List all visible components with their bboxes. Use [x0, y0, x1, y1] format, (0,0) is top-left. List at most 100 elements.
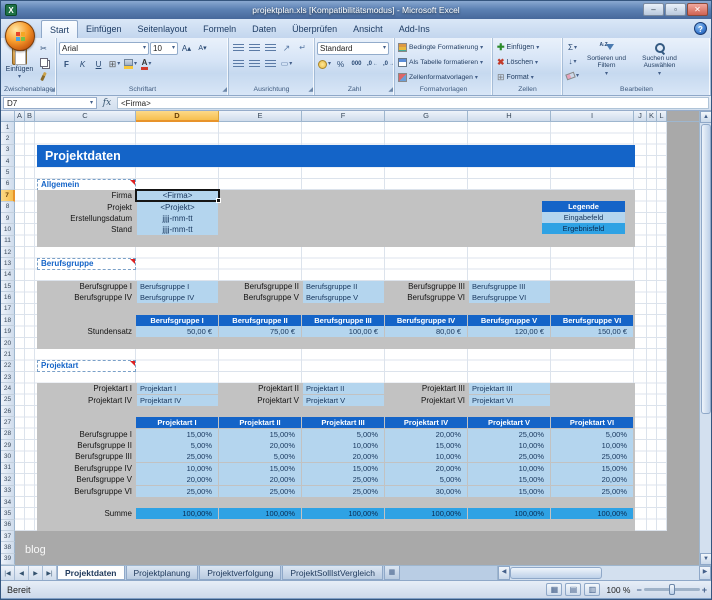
find-select-button[interactable]: Suchen und Auswählen▾ [633, 40, 686, 84]
row-header-28[interactable]: 28 [1, 429, 15, 440]
zoom-in-icon[interactable]: + [702, 585, 707, 595]
rate-header-1[interactable]: Berufsgruppe II [219, 315, 301, 326]
merge-center-button[interactable]: ▭▾ [279, 58, 294, 71]
sum-value-3[interactable]: 100,00% [385, 508, 467, 519]
italic-button[interactable]: K [75, 58, 90, 71]
matrix-value-5-1[interactable]: 25,00% [219, 486, 301, 497]
font-size-select[interactable]: 10▾ [150, 42, 178, 55]
berufsgruppe-name-cell-3[interactable]: Berufsgruppe IV [137, 292, 218, 303]
berufsgruppe-name-cell-2[interactable]: Berufsgruppe III [469, 281, 550, 292]
ribbon-tab-add-ins[interactable]: Add-Ins [391, 20, 438, 38]
orientation-button[interactable]: ↗ [279, 42, 294, 55]
matrix-value-5-5[interactable]: 25,00% [551, 486, 633, 497]
matrix-value-3-5[interactable]: 15,00% [551, 463, 633, 474]
ribbon-tab-formeln[interactable]: Formeln [195, 20, 244, 38]
rate-header-4[interactable]: Berufsgruppe V [468, 315, 550, 326]
matrix-header-5[interactable]: Projektart VI [551, 417, 633, 428]
row-header-25[interactable]: 25 [1, 395, 15, 406]
insert-function-button[interactable]: fx [97, 98, 117, 108]
row-header-1[interactable]: 1 [1, 122, 15, 133]
row-header-10[interactable]: 10 [1, 224, 15, 235]
matrix-value-4-5[interactable]: 20,00% [551, 474, 633, 485]
general-field-value-2[interactable]: jjjj-mm-tt [137, 213, 218, 224]
row-header-39[interactable]: 39 [1, 554, 15, 565]
column-header-B[interactable]: B [25, 111, 35, 122]
row-header-23[interactable]: 23 [1, 372, 15, 383]
matrix-value-0-1[interactable]: 15,00% [219, 429, 301, 440]
number-format-select[interactable]: Standard▾ [317, 42, 389, 55]
sum-value-0[interactable]: 100,00% [136, 508, 218, 519]
projektart-name-cell-1[interactable]: Projektart II [303, 383, 384, 394]
row-header-3[interactable]: 3 [1, 145, 15, 156]
matrix-value-4-2[interactable]: 25,00% [302, 474, 384, 485]
row-header-7[interactable]: 7 [1, 190, 15, 201]
insert-worksheet-tab[interactable]: ▦ [384, 566, 400, 580]
rate-header-5[interactable]: Berufsgruppe VI [551, 315, 633, 326]
column-header-D[interactable]: D [136, 111, 219, 122]
percent-format-button[interactable]: % [333, 58, 348, 71]
page-layout-view-button[interactable]: ▤ [565, 583, 581, 596]
clipboard-dialog-launcher[interactable]: ◢ [50, 86, 55, 94]
sum-value-2[interactable]: 100,00% [302, 508, 384, 519]
row-header-17[interactable]: 17 [1, 304, 15, 315]
projektart-name-cell-4[interactable]: Projektart V [303, 395, 384, 406]
zoom-thumb[interactable] [669, 584, 675, 595]
matrix-value-3-3[interactable]: 20,00% [385, 463, 467, 474]
format-painter-button[interactable] [36, 70, 51, 83]
matrix-value-1-4[interactable]: 10,00% [468, 440, 550, 451]
vertical-scroll-thumb[interactable] [701, 124, 711, 414]
projektart-name-cell-0[interactable]: Projektart I [137, 383, 218, 394]
fill-button[interactable]: ↓▾ [565, 55, 580, 68]
column-header-L[interactable]: L [657, 111, 667, 122]
align-top-button[interactable] [231, 42, 246, 55]
row-header-33[interactable]: 33 [1, 486, 15, 497]
row-header-38[interactable]: 38 [1, 542, 15, 553]
row-header-13[interactable]: 13 [1, 258, 15, 269]
sort-filter-button[interactable]: Sortieren und Filtern▾ [580, 40, 633, 84]
matrix-value-0-3[interactable]: 20,00% [385, 429, 467, 440]
column-header-F[interactable]: F [302, 111, 385, 122]
font-color-button[interactable]: A▾ [139, 58, 154, 71]
matrix-value-5-2[interactable]: 25,00% [302, 486, 384, 497]
cell-styles-button[interactable]: Zellenformatvorlagen▾ [397, 70, 490, 85]
increase-decimal-button[interactable]: ,0 [365, 58, 380, 71]
scroll-left-icon[interactable]: ◀ [498, 566, 510, 580]
normal-view-button[interactable]: ▦ [546, 583, 562, 596]
row-header-19[interactable]: 19 [1, 326, 15, 337]
matrix-value-3-0[interactable]: 10,00% [136, 463, 218, 474]
matrix-value-3-2[interactable]: 15,00% [302, 463, 384, 474]
grow-font-button[interactable]: A▴ [179, 42, 194, 55]
row-header-4[interactable]: 4 [1, 156, 15, 167]
row-header-9[interactable]: 9 [1, 213, 15, 224]
rate-header-2[interactable]: Berufsgruppe III [302, 315, 384, 326]
font-dialog-launcher[interactable]: ◢ [222, 86, 227, 94]
thousands-format-button[interactable]: 000 [349, 58, 364, 71]
sheet-tab-projektdaten[interactable]: Projektdaten [57, 566, 125, 580]
minimize-button[interactable]: – [643, 3, 664, 16]
help-button[interactable]: ? [694, 22, 707, 35]
office-button[interactable] [5, 21, 35, 51]
matrix-value-5-3[interactable]: 30,00% [385, 486, 467, 497]
fill-color-button[interactable]: ▾ [123, 58, 138, 71]
ribbon-tab-daten[interactable]: Daten [244, 20, 284, 38]
borders-button[interactable]: ⊞▾ [107, 58, 122, 71]
column-header-E[interactable]: E [219, 111, 302, 122]
vertical-scrollbar[interactable]: ▲ ▼ [699, 111, 711, 565]
rate-value-2[interactable]: 100,00 € [302, 326, 384, 337]
matrix-header-0[interactable]: Projektart I [136, 417, 218, 428]
row-header-34[interactable]: 34 [1, 497, 15, 508]
scroll-down-icon[interactable]: ▼ [700, 553, 712, 565]
row-header-5[interactable]: 5 [1, 167, 15, 178]
column-header-C[interactable]: C [35, 111, 136, 122]
sheet-tab-projektplanung[interactable]: Projektplanung [126, 566, 199, 580]
last-sheet-button[interactable]: ▶| [43, 566, 57, 580]
zoom-slider[interactable]: − + [636, 585, 707, 595]
row-header-20[interactable]: 20 [1, 338, 15, 349]
shrink-font-button[interactable]: A▾ [195, 42, 210, 55]
rate-value-0[interactable]: 50,00 € [136, 326, 218, 337]
row-header-16[interactable]: 16 [1, 292, 15, 303]
sum-value-5[interactable]: 100,00% [551, 508, 633, 519]
autosum-button[interactable]: Σ▾ [565, 41, 580, 54]
clear-button[interactable]: ▾ [565, 69, 580, 82]
copy-button[interactable] [36, 56, 51, 69]
